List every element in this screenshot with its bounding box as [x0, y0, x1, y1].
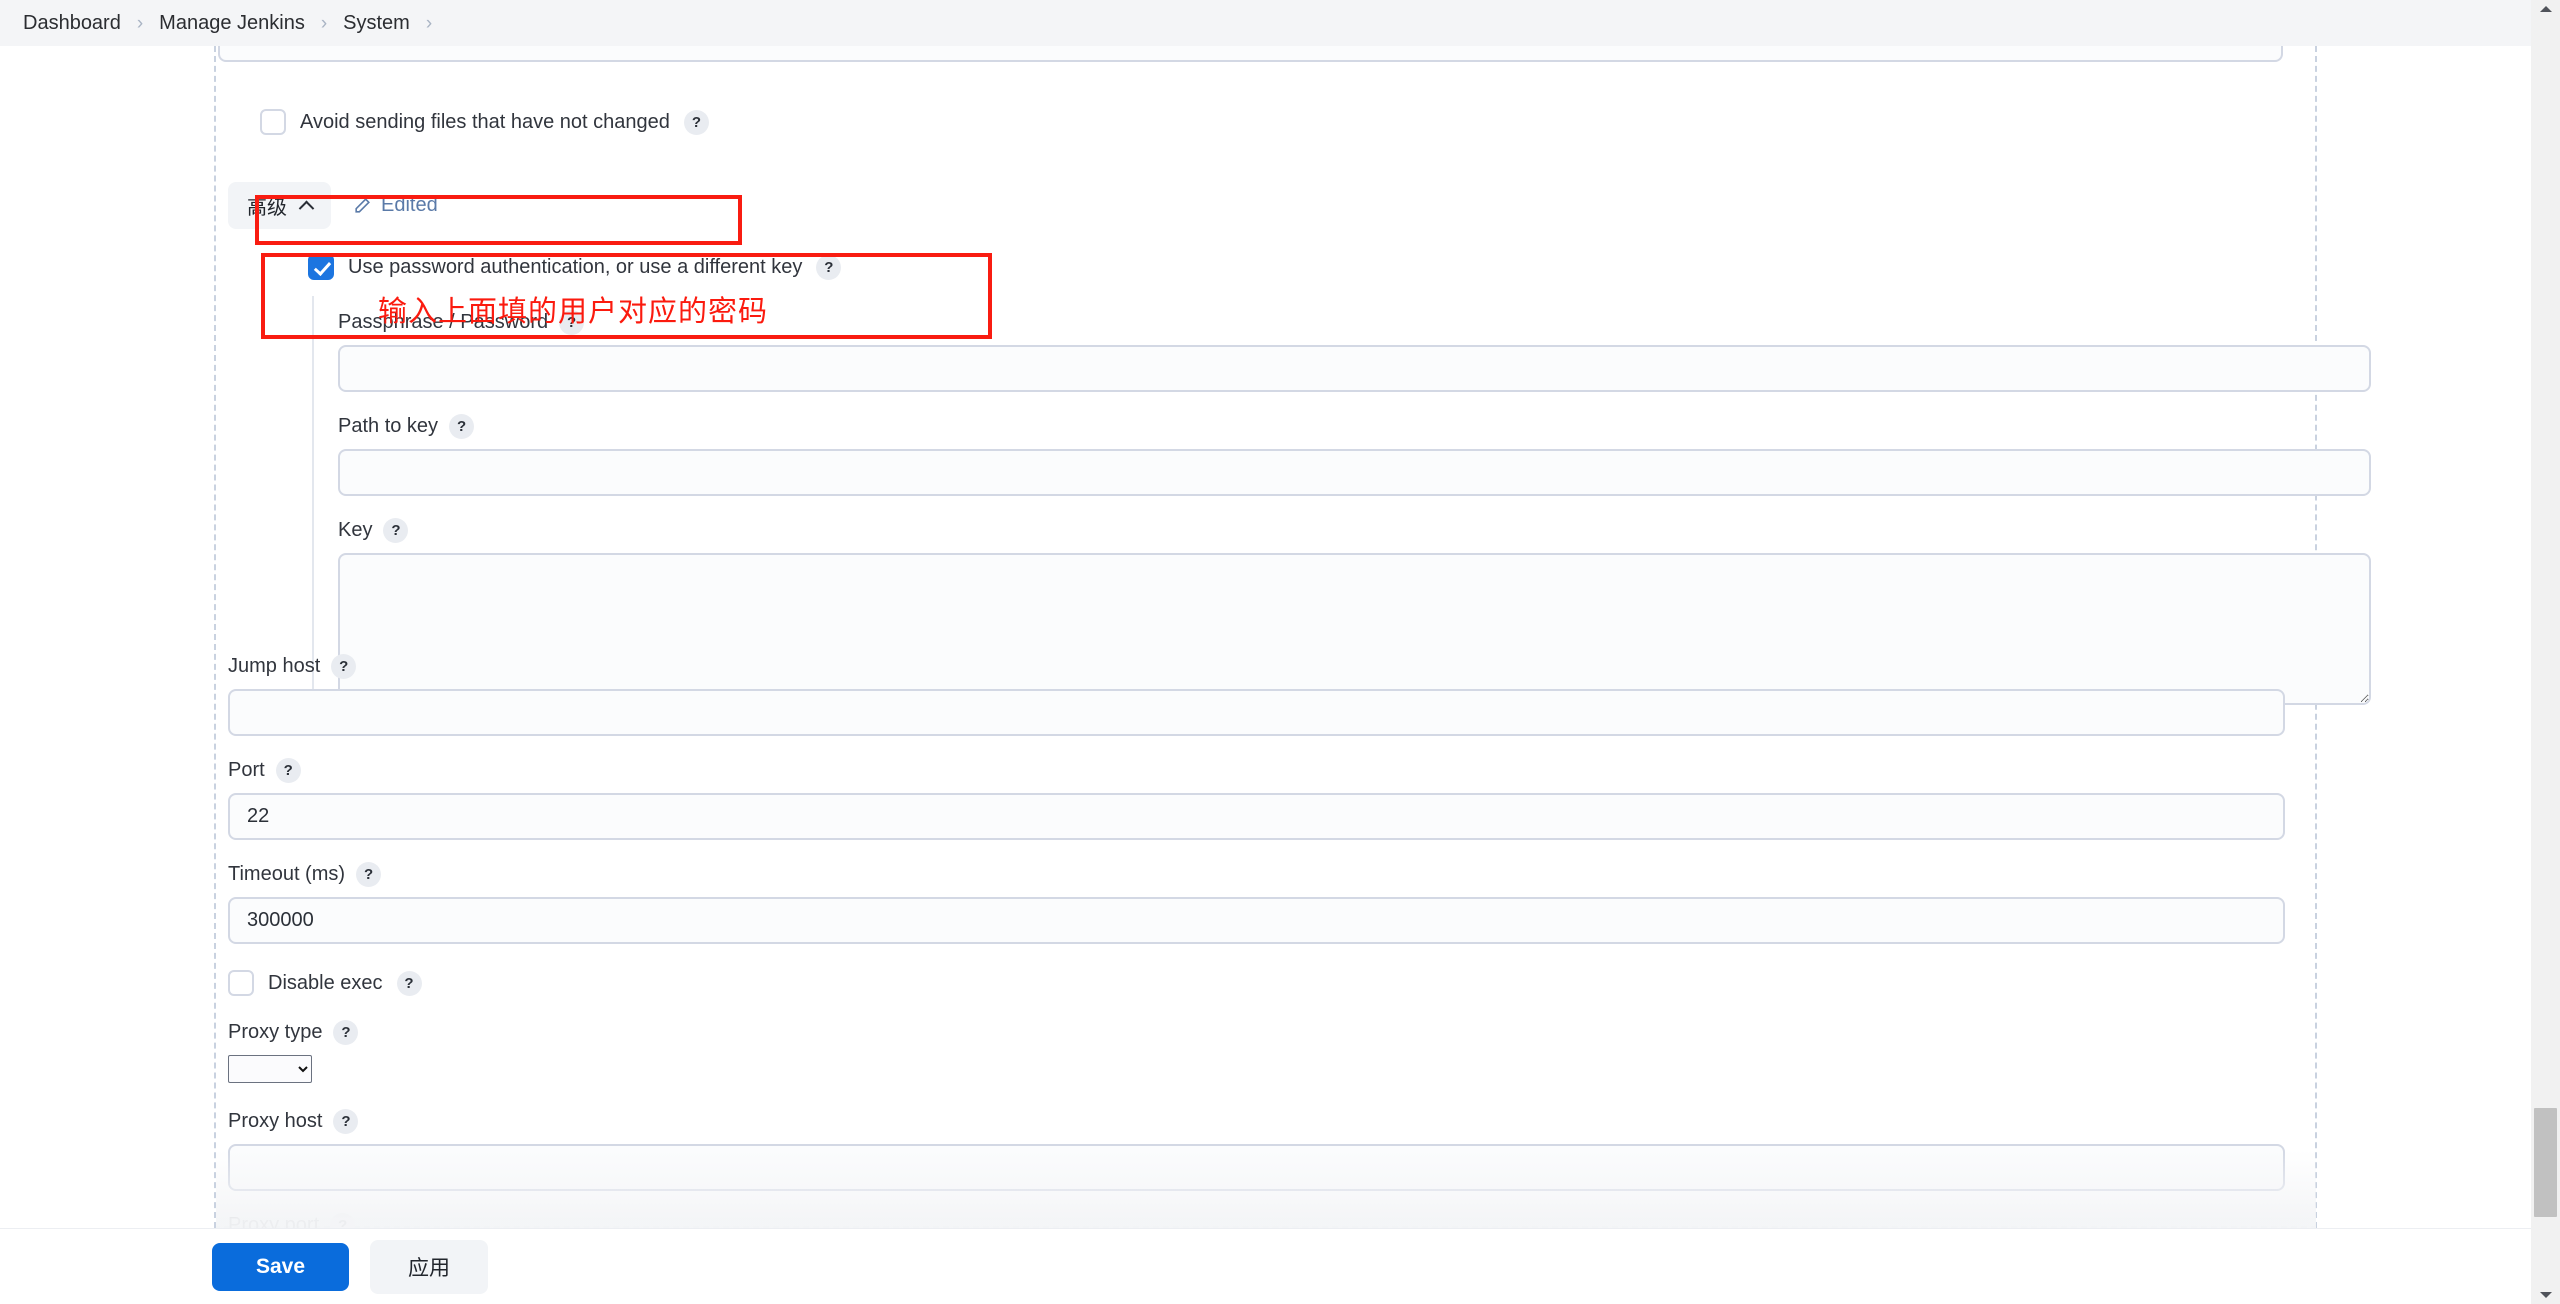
breadcrumb-item-system[interactable]: System — [337, 10, 416, 37]
triangle-up-icon — [2539, 6, 2552, 12]
help-icon[interactable]: ? — [333, 1020, 359, 1045]
port-label-row: Port ? — [228, 758, 2298, 783]
jenkins-system-config-page: Dashboard › Manage Jenkins › System › Av… — [0, 0, 2560, 1304]
jump-host-label-row: Jump host ? — [228, 654, 2298, 679]
scrollbar-down-arrow[interactable] — [2531, 1286, 2560, 1304]
proxy-type-select[interactable] — [228, 1055, 312, 1083]
scrollbar-up-arrow[interactable] — [2531, 0, 2560, 18]
breadcrumb-separator-icon: › — [320, 12, 328, 34]
key-label: Key — [338, 519, 373, 541]
pencil-icon — [355, 198, 370, 213]
help-icon[interactable]: ? — [396, 970, 422, 996]
help-icon[interactable]: ? — [275, 758, 301, 783]
jump-host-label: Jump host — [228, 655, 321, 677]
proxy-type-label-row: Proxy type ? — [228, 1020, 2298, 1045]
use-password-auth-checkbox[interactable] — [308, 254, 334, 280]
use-password-auth-label: Use password authentication, or use a di… — [348, 255, 803, 278]
passphrase-input[interactable] — [338, 345, 2371, 392]
proxy-host-input[interactable] — [228, 1144, 2285, 1191]
edited-indicator[interactable]: Edited — [353, 194, 438, 217]
form-action-bar: Save 应用 — [0, 1228, 2531, 1304]
passphrase-field-group: Passphrase / Password ? — [338, 310, 2392, 392]
help-icon[interactable]: ? — [559, 310, 585, 335]
port-input[interactable] — [228, 793, 2285, 840]
help-icon[interactable]: ? — [449, 414, 475, 439]
disable-exec-label: Disable exec — [268, 971, 383, 994]
chevron-up-icon — [298, 200, 315, 217]
proxy-host-field-group: Proxy host ? — [228, 1109, 2298, 1191]
passphrase-label: Passphrase / Password — [338, 311, 549, 333]
help-icon[interactable]: ? — [356, 862, 382, 887]
advanced-toggle-button[interactable]: 高级 — [228, 182, 331, 229]
passphrase-label-row: Passphrase / Password ? — [338, 310, 2392, 335]
use-password-auth-row[interactable]: Use password authentication, or use a di… — [308, 254, 842, 280]
jump-host-input[interactable] — [228, 689, 2285, 736]
path-to-key-input[interactable] — [338, 449, 2371, 496]
path-to-key-field-group: Path to key ? — [338, 414, 2392, 496]
help-icon[interactable]: ? — [333, 1109, 359, 1134]
help-icon[interactable]: ? — [683, 109, 709, 135]
save-button[interactable]: Save — [212, 1242, 350, 1291]
timeout-label-row: Timeout (ms) ? — [228, 862, 2298, 887]
avoid-sending-files-checkbox[interactable] — [260, 109, 286, 135]
partial-input-above[interactable] — [218, 46, 2283, 62]
timeout-input[interactable] — [228, 897, 2285, 944]
proxy-type-field-group: Proxy type ? — [228, 1020, 2298, 1083]
help-icon[interactable]: ? — [816, 254, 842, 280]
config-form-container: Avoid sending files that have not change… — [214, 46, 2371, 1238]
timeout-field-group: Timeout (ms) ? — [228, 862, 2298, 944]
proxy-host-label-row: Proxy host ? — [228, 1109, 2298, 1134]
proxy-host-label: Proxy host — [228, 1110, 323, 1132]
disable-exec-checkbox[interactable] — [228, 970, 254, 996]
apply-button[interactable]: 应用 — [370, 1239, 489, 1294]
proxy-type-label: Proxy type — [228, 1021, 323, 1043]
breadcrumb-separator-icon: › — [136, 12, 144, 34]
breadcrumb-separator-icon: › — [425, 12, 433, 34]
edited-label: Edited — [381, 194, 438, 216]
avoid-sending-files-row[interactable]: Avoid sending files that have not change… — [260, 109, 709, 135]
timeout-label: Timeout (ms) — [228, 863, 346, 885]
advanced-section-row: 高级 Edited — [228, 182, 438, 229]
breadcrumb: Dashboard › Manage Jenkins › System › — [0, 0, 2531, 46]
jump-host-field-group: Jump host ? — [228, 654, 2298, 736]
avoid-sending-files-label: Avoid sending files that have not change… — [300, 110, 670, 133]
page-scrollbar[interactable] — [2531, 0, 2560, 1304]
breadcrumb-item-dashboard[interactable]: Dashboard — [17, 10, 127, 37]
key-label-row: Key ? — [338, 518, 2392, 543]
connection-fields-block: Jump host ? Port ? Timeout (ms — [228, 654, 2298, 1238]
port-field-group: Port ? — [228, 758, 2298, 840]
help-icon[interactable]: ? — [383, 518, 409, 543]
help-icon[interactable]: ? — [331, 654, 357, 679]
breadcrumb-item-manage-jenkins[interactable]: Manage Jenkins — [153, 10, 311, 37]
advanced-toggle-label: 高级 — [247, 197, 287, 219]
path-to-key-label-row: Path to key ? — [338, 414, 2392, 439]
triangle-down-icon — [2539, 1292, 2552, 1298]
scrollbar-thumb[interactable] — [2534, 1108, 2557, 1217]
disable-exec-row[interactable]: Disable exec ? — [228, 970, 2298, 996]
port-label: Port — [228, 759, 265, 781]
path-to-key-label: Path to key — [338, 415, 439, 437]
